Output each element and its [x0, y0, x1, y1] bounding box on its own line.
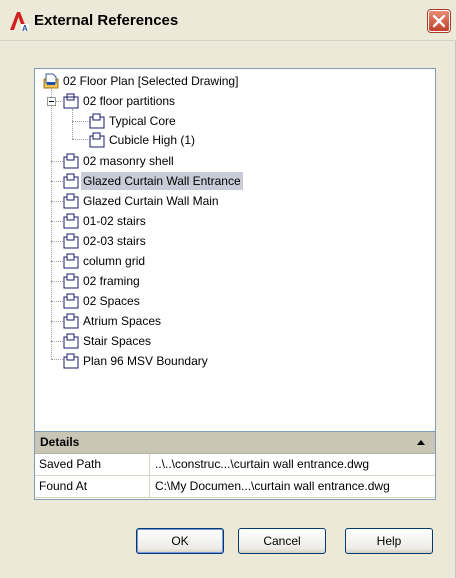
tree-item-label: 02 floor partitions	[83, 94, 176, 108]
tree-item[interactable]: 02 Spaces	[63, 291, 142, 311]
tree-item-label: Glazed Curtain Wall Main	[83, 194, 219, 208]
xref-icon	[63, 153, 79, 169]
column-divider	[149, 476, 150, 497]
xref-icon	[63, 213, 79, 229]
tree-item-child[interactable]: Typical Core	[89, 111, 178, 131]
tree-connector	[51, 221, 63, 222]
tree-item[interactable]: Plan 96 MSV Boundary	[63, 351, 210, 371]
tree-connector	[51, 321, 63, 322]
tree-connector	[51, 301, 63, 302]
collapse-toggle[interactable]	[47, 97, 56, 106]
tree-connector	[72, 121, 90, 122]
tree-connector	[51, 261, 63, 262]
tree-root[interactable]: 02 Floor Plan [Selected Drawing]	[43, 71, 240, 91]
close-button[interactable]	[428, 10, 450, 32]
details-key: Found At	[39, 479, 88, 493]
tree-item[interactable]: Atrium Spaces	[63, 311, 163, 331]
tree-connector	[51, 241, 63, 242]
tree-connector	[51, 281, 63, 282]
external-references-dialog: A External References 02 Floor Plan [Sel…	[0, 0, 456, 578]
dialog-title: External References	[34, 12, 179, 29]
tree-item[interactable]: Stair Spaces	[63, 331, 153, 351]
tree-item-label: Atrium Spaces	[83, 314, 162, 328]
details-value[interactable]: C:\My Documen...\curtain wall entrance.d…	[155, 479, 390, 493]
tree-item[interactable]: 02 framing	[63, 271, 142, 291]
xref-tree[interactable]: 02 Floor Plan [Selected Drawing] 02 floo…	[34, 68, 436, 432]
tree-item-label: 01-02 stairs	[83, 214, 146, 228]
drawing-icon	[43, 73, 59, 89]
autocad-a-icon: A	[10, 12, 29, 32]
xref-icon	[63, 273, 79, 289]
xref-icon	[63, 173, 79, 189]
tree-connector	[72, 109, 73, 139]
details-row-saved-path: Saved Path ..\..\construc...\curtain wal…	[35, 454, 435, 476]
close-icon	[432, 14, 446, 28]
tree-item-label: Typical Core	[109, 114, 176, 128]
help-button[interactable]: Help	[345, 528, 433, 554]
tree-connector	[51, 89, 52, 359]
tree-item-label: Plan 96 MSV Boundary	[83, 354, 208, 368]
svg-text:A: A	[22, 24, 28, 32]
tree-item[interactable]: 02 floor partitions	[63, 91, 177, 111]
xref-icon	[63, 193, 79, 209]
tree-item-label: Glazed Curtain Wall Entrance	[81, 172, 243, 190]
tree-connector	[51, 359, 63, 360]
xref-icon	[63, 353, 79, 369]
tree-item[interactable]: 01-02 stairs	[63, 211, 148, 231]
tree-connector	[51, 181, 63, 182]
tree-connector	[51, 201, 63, 202]
xref-icon	[63, 93, 79, 109]
column-divider	[149, 454, 150, 475]
xref-icon	[89, 132, 105, 148]
tree-item[interactable]: 02-03 stairs	[63, 231, 148, 251]
xref-icon	[63, 313, 79, 329]
tree-root-label: 02 Floor Plan [Selected Drawing]	[63, 74, 239, 88]
cancel-button[interactable]: Cancel	[238, 528, 326, 554]
title-bar[interactable]: A External References	[0, 0, 456, 41]
tree-item-label: Cubicle High (1)	[109, 133, 196, 147]
tree-item-label: 02 masonry shell	[83, 154, 174, 168]
xref-icon	[63, 253, 79, 269]
tree-item[interactable]: Glazed Curtain Wall Main	[63, 191, 221, 211]
tree-item-child[interactable]: Cubicle High (1)	[89, 130, 197, 150]
tree-item[interactable]: 02 masonry shell	[63, 151, 176, 171]
collapse-up-icon[interactable]	[417, 440, 425, 445]
ok-button[interactable]: OK	[136, 528, 224, 554]
details-row-found-at: Found At C:\My Documen...\curtain wall e…	[35, 476, 435, 498]
tree-item-label: 02 framing	[83, 274, 140, 288]
details-header[interactable]: Details	[35, 432, 435, 454]
xref-icon	[63, 233, 79, 249]
tree-connector	[51, 341, 63, 342]
details-title: Details	[40, 435, 80, 449]
tree-item[interactable]: column grid	[63, 251, 147, 271]
details-key: Saved Path	[39, 457, 102, 471]
xref-icon	[89, 113, 105, 129]
details-panel: Details Saved Path ..\..\construc...\cur…	[34, 432, 436, 500]
tree-item-label: column grid	[83, 254, 146, 268]
xref-icon	[63, 333, 79, 349]
tree-item-selected[interactable]: Glazed Curtain Wall Entrance	[63, 171, 243, 191]
tree-item-label: 02 Spaces	[83, 294, 140, 308]
tree-item-label: 02-03 stairs	[83, 234, 146, 248]
tree-item-label: Stair Spaces	[83, 334, 152, 348]
details-value[interactable]: ..\..\construc...\curtain wall entrance.…	[155, 457, 369, 471]
tree-connector	[51, 161, 63, 162]
xref-icon	[63, 293, 79, 309]
tree-connector	[72, 139, 90, 140]
